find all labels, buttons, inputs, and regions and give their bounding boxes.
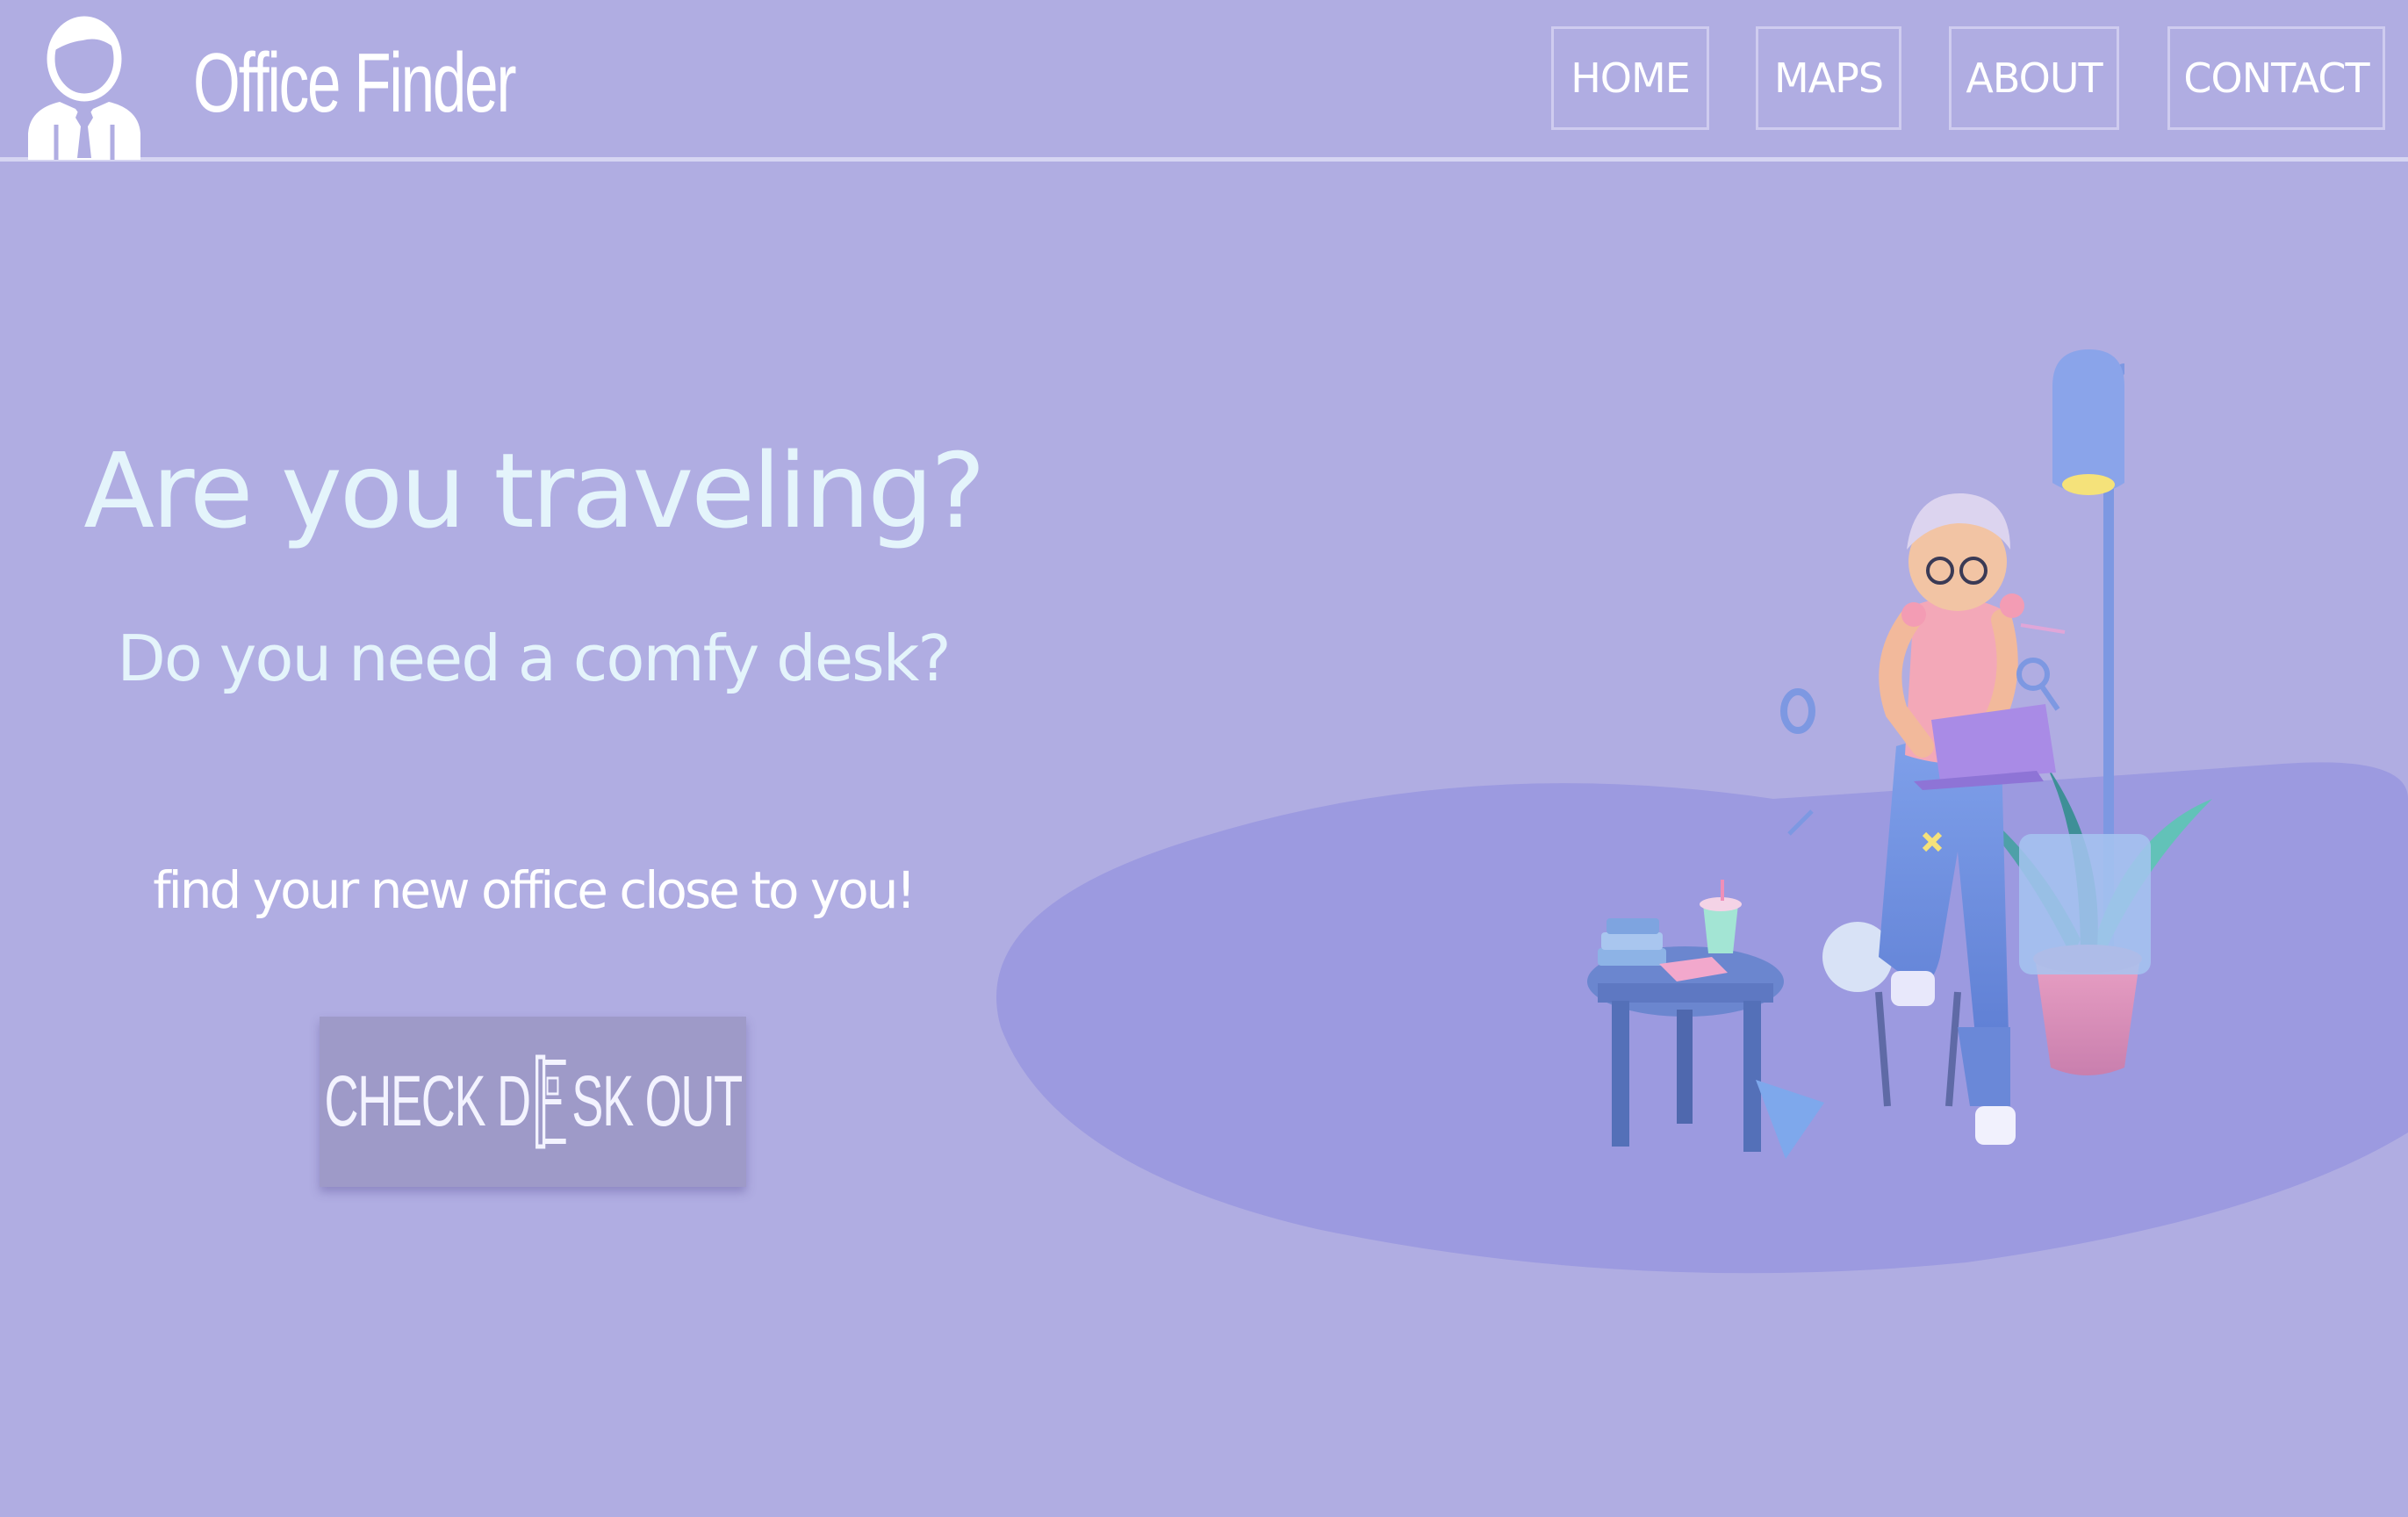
cta-label-start: CHECK D bbox=[324, 1061, 531, 1141]
hero-subtitle: Do you need a comfy desk? bbox=[117, 622, 951, 695]
desk-letter-e-icon bbox=[535, 1054, 566, 1149]
nav-contact[interactable]: CONTACT bbox=[2167, 26, 2385, 130]
header: Office Finder HOME MAPS ABOUT CONTACT bbox=[0, 0, 2408, 162]
lamp-shade bbox=[2052, 349, 2124, 494]
plant-pot bbox=[2035, 957, 2140, 1075]
hero-tagline: find your new office close to you! bbox=[153, 860, 916, 920]
nav-about[interactable]: ABOUT bbox=[1949, 26, 2119, 130]
cta-label-end: SK OUT bbox=[571, 1061, 743, 1141]
check-desk-out-button[interactable]: CHECK D SK OUT bbox=[320, 1017, 746, 1187]
nav-home[interactable]: HOME bbox=[1551, 26, 1709, 130]
brand-title[interactable]: Office Finder bbox=[193, 35, 516, 132]
user-tie-icon[interactable] bbox=[25, 11, 144, 160]
cta-label: CHECK D SK OUT bbox=[324, 1053, 743, 1150]
page: Office Finder HOME MAPS ABOUT CONTACT Ar… bbox=[0, 0, 2408, 1517]
floor-shape bbox=[996, 762, 2408, 1274]
hero-title: Are you traveling? bbox=[83, 430, 985, 551]
nav-maps[interactable]: MAPS bbox=[1756, 26, 1901, 130]
woman-with-laptop-illustration bbox=[996, 349, 2408, 1274]
